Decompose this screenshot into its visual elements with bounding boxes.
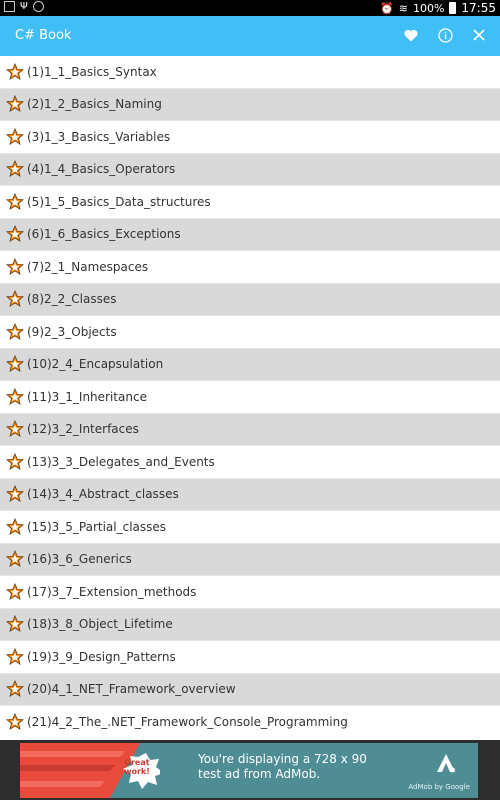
star-icon (6, 615, 24, 633)
app-title: C# Book (15, 28, 72, 43)
close-button[interactable] (468, 24, 490, 46)
list-item[interactable]: (19)3_9_Design_Patterns (0, 641, 500, 674)
block-icon (32, 1, 44, 12)
list-item-label: (18)3_8_Object_Lifetime (27, 617, 173, 632)
list-item-label: (14)3_4_Abstract_classes (27, 487, 179, 502)
list-item-label: (20)4_1_NET_Framework_overview (27, 682, 236, 697)
list-item-label: (3)1_3_Basics_Variables (27, 129, 171, 144)
list-item[interactable]: (17)3_7_Extension_methods (0, 576, 500, 609)
wifi-icon: ≋ (398, 1, 408, 15)
chapter-list: (1)1_1_Basics_Syntax (2)1_2_Basics_Naming… (0, 56, 500, 738)
list-item[interactable]: (7)2_1_Namespaces (0, 251, 500, 284)
list-item-label: (19)3_9_Design_Patterns (27, 649, 176, 664)
favorite-button[interactable] (400, 24, 422, 46)
close-icon (473, 29, 485, 41)
list-item[interactable]: (13)3_3_Delegates_and_Events (0, 446, 500, 479)
ad-brand: AdMob by Google (408, 783, 470, 791)
list-item[interactable]: (20)4_1_NET_Framework_overview (0, 673, 500, 706)
list-item[interactable]: (6)1_6_Basics_Exceptions (0, 218, 500, 251)
list-item-label: (10)2_4_Encapsulation (27, 357, 164, 372)
list-item[interactable]: (1)1_1_Basics_Syntax (0, 56, 500, 89)
status-bar: Ψ ⏰ ≋ 100% 17:55 (0, 0, 500, 16)
list-item-label: (13)3_3_Delegates_and_Events (27, 454, 215, 469)
list-item-label: (1)1_1_Basics_Syntax (27, 64, 157, 79)
star-icon (6, 680, 24, 698)
ad-line-2: test ad from AdMob. (198, 767, 321, 781)
star-icon (6, 322, 24, 340)
gallery-icon (4, 1, 15, 12)
star-icon (6, 550, 24, 568)
list-item-label: (12)3_2_Interfaces (27, 422, 139, 437)
list-item-label: (9)2_3_Objects (27, 324, 117, 339)
list-item-label: (5)1_5_Basics_Data_structures (27, 194, 211, 209)
list-item[interactable]: (3)1_3_Basics_Variables (0, 121, 500, 154)
list-item-label: (7)2_1_Namespaces (27, 259, 149, 274)
ad-banner[interactable]: Great work! You're displaying a 728 x 90… (0, 740, 500, 800)
app-actions (400, 24, 490, 46)
ad-content[interactable]: Great work! You're displaying a 728 x 90… (20, 743, 478, 798)
list-item[interactable]: (2)1_2_Basics_Naming (0, 88, 500, 121)
star-icon (6, 420, 24, 438)
admob-logo-icon (437, 754, 455, 773)
star-icon (6, 95, 24, 113)
heart-icon (404, 29, 418, 41)
star-icon (6, 257, 24, 275)
list-item[interactable]: (12)3_2_Interfaces (0, 413, 500, 446)
list-item[interactable]: (16)3_6_Generics (0, 543, 500, 576)
usb-icon: Ψ (20, 1, 28, 12)
star-icon (6, 192, 24, 210)
star-icon (6, 517, 24, 535)
star-icon (6, 712, 24, 730)
list-item-label: (6)1_6_Basics_Exceptions (27, 227, 181, 242)
star-icon (6, 127, 24, 145)
list-item[interactable]: (8)2_2_Classes (0, 283, 500, 316)
list-item[interactable]: (4)1_4_Basics_Operators (0, 153, 500, 186)
list-item-label: (15)3_5_Partial_classes (27, 519, 167, 534)
ad-line-1: You're displaying a 728 x 90 (198, 752, 367, 766)
star-icon (6, 225, 24, 243)
list-item-label: (21)4_2_The_.NET_Framework_Console_Progr… (27, 714, 348, 729)
star-icon (6, 62, 24, 80)
list-item-label: (17)3_7_Extension_methods (27, 584, 197, 599)
star-icon (6, 485, 24, 503)
list-item-label: (2)1_2_Basics_Naming (27, 97, 162, 112)
list-item[interactable]: (15)3_5_Partial_classes (0, 511, 500, 544)
info-button[interactable] (434, 24, 456, 46)
ad-badge: Great work! (124, 758, 150, 776)
app-bar: C# Book (0, 16, 500, 56)
status-right-icons: ⏰ ≋ 100% 17:55 (380, 0, 496, 16)
list-item[interactable]: (10)2_4_Encapsulation (0, 348, 500, 381)
list-item[interactable]: (11)3_1_Inheritance (0, 381, 500, 414)
alarm-icon: ⏰ (380, 1, 394, 15)
list-item[interactable]: (21)4_2_The_.NET_Framework_Console_Progr… (0, 706, 500, 738)
list-item-label: (11)3_1_Inheritance (27, 389, 147, 404)
list-item[interactable]: (14)3_4_Abstract_classes (0, 478, 500, 511)
list-item[interactable]: (9)2_3_Objects (0, 316, 500, 349)
list-item-label: (16)3_6_Generics (27, 552, 132, 567)
star-icon (6, 387, 24, 405)
battery-percent: 100% (412, 1, 445, 15)
list-item[interactable]: (5)1_5_Basics_Data_structures (0, 186, 500, 219)
star-icon (6, 355, 24, 373)
battery-icon (449, 2, 457, 14)
info-icon (437, 27, 453, 43)
ad-text: You're displaying a 728 x 90 test ad fro… (198, 752, 367, 782)
status-left-icons: Ψ (4, 1, 44, 12)
star-icon (6, 452, 24, 470)
list-item-label: (8)2_2_Classes (27, 292, 117, 307)
list-item[interactable]: (18)3_8_Object_Lifetime (0, 608, 500, 641)
clock: 17:55 (461, 1, 496, 15)
star-icon (6, 582, 24, 600)
star-icon (6, 160, 24, 178)
star-icon (6, 647, 24, 665)
star-icon (6, 290, 24, 308)
list-item-label: (4)1_4_Basics_Operators (27, 162, 176, 177)
